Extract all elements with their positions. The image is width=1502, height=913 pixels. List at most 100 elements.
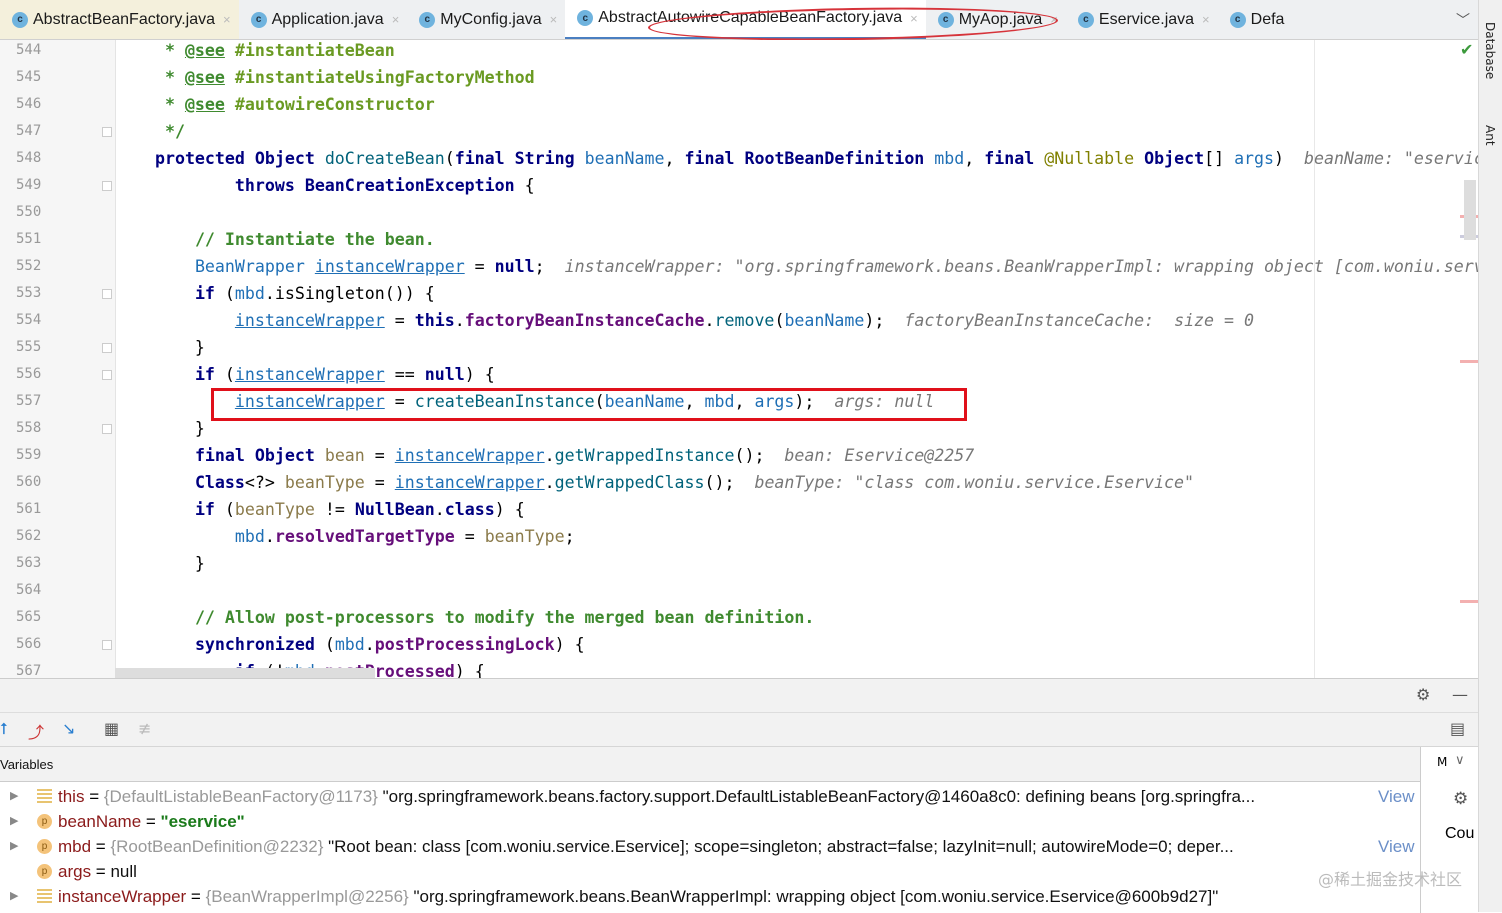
line-number[interactable]: 556 [16, 361, 41, 388]
line-number[interactable]: 557 [16, 388, 41, 415]
expand-arrow-icon[interactable]: ▶ [10, 884, 18, 909]
line-number[interactable]: 558 [16, 415, 41, 442]
line-number[interactable]: 547 [16, 118, 41, 145]
drop-frame-icon[interactable]: ⤴ [28, 719, 44, 743]
close-icon[interactable]: × [910, 11, 918, 26]
close-icon[interactable]: × [223, 12, 231, 27]
trace-icon[interactable]: ≢ [138, 719, 151, 738]
tab-application-java[interactable]: c Application.java × [239, 0, 408, 39]
variable-row[interactable]: ▶ this = {DefaultListableBeanFactory@1173… [0, 784, 1420, 809]
gear-icon[interactable]: ⚙ [1416, 685, 1430, 704]
code-line[interactable]: */ [115, 118, 185, 145]
code-line[interactable]: instanceWrapper = this.factoryBeanInstan… [115, 307, 1254, 334]
code-line[interactable]: if (mbd.isSingleton()) { [115, 280, 435, 307]
code-line[interactable]: // Instantiate the bean. [115, 226, 435, 253]
pane-tab-label[interactable]: M [1437, 755, 1447, 769]
minimize-icon[interactable]: — [1452, 685, 1468, 704]
code-line[interactable]: BeanWrapper instanceWrapper = null; inst… [115, 253, 1478, 280]
line-number[interactable]: 567 [16, 658, 41, 678]
code-editor[interactable]: 544 545 546 547 548 549 550 551 552 553 554 555 556 5… [0, 40, 1478, 678]
fold-marker-icon[interactable] [102, 640, 112, 650]
tool-ant[interactable]: Ant [1483, 125, 1497, 146]
variable-row[interactable]: p args = null [0, 859, 1420, 884]
line-number[interactable]: 566 [16, 631, 41, 658]
code-line[interactable]: if (beanType != NullBean.class) { [115, 496, 525, 523]
tool-database[interactable]: Database [1483, 22, 1497, 79]
line-number[interactable]: 544 [16, 40, 41, 64]
step-out-icon[interactable]: ⭡ [0, 719, 8, 739]
code-line[interactable]: Class<?> beanType = instanceWrapper.getW… [115, 469, 1194, 496]
tab-abstractbeanfactory-java[interactable]: c AbstractBeanFactory.java × [0, 0, 239, 39]
line-number[interactable]: 553 [16, 280, 41, 307]
tab-defa[interactable]: c Defa [1218, 0, 1293, 39]
code-line[interactable]: synchronized (mbd.postProcessingLock) { [115, 631, 585, 658]
code-line[interactable]: if (instanceWrapper == null) { [115, 361, 495, 388]
expand-arrow-icon[interactable]: ▶ [10, 784, 18, 809]
layout-icon[interactable]: ▤ [1450, 719, 1465, 738]
code-token: doCreateBean [324, 149, 445, 168]
variable-row[interactable]: ▶ p beanName = "eservice" [0, 809, 1420, 834]
tab-abstractautowirecapablebeanfactory-java[interactable]: c AbstractAutowireCapableBeanFactory.java… [565, 0, 926, 39]
line-number[interactable]: 549 [16, 172, 41, 199]
fold-marker-icon[interactable] [102, 343, 112, 353]
code-token: #instantiateUsingFactoryMethod [224, 68, 535, 87]
fold-marker-icon[interactable] [102, 181, 112, 191]
line-number[interactable]: 546 [16, 91, 41, 118]
code-line[interactable]: * @see #autowireConstructor [115, 91, 435, 118]
view-link[interactable]: View [1376, 834, 1415, 859]
line-number[interactable]: 545 [16, 64, 41, 91]
line-number[interactable]: 554 [16, 307, 41, 334]
code-line[interactable]: } [115, 550, 205, 577]
fold-marker-icon[interactable] [102, 127, 112, 137]
code-line[interactable]: } [115, 415, 205, 442]
variable-row[interactable]: ▶ instanceWrapper = {BeanWrapperImpl@2256… [0, 884, 1420, 909]
view-link[interactable]: View [1376, 784, 1415, 809]
variables-list[interactable]: ▶ this = {DefaultListableBeanFactory@1173… [0, 781, 1420, 913]
line-number[interactable]: 552 [16, 253, 41, 280]
line-number[interactable]: 560 [16, 469, 41, 496]
line-number[interactable]: 564 [16, 577, 41, 604]
error-stripe[interactable] [1460, 60, 1478, 678]
code-token: if [194, 365, 225, 384]
line-number[interactable]: 559 [16, 442, 41, 469]
code-line[interactable]: // Allow post-processors to modify the m… [115, 604, 814, 631]
evaluate-expression-icon[interactable]: ▦ [104, 719, 119, 738]
tab-eservice-java[interactable]: c Eservice.java × [1066, 0, 1218, 39]
line-number[interactable]: 551 [16, 226, 41, 253]
line-number[interactable]: 561 [16, 496, 41, 523]
close-icon[interactable]: × [1050, 12, 1058, 27]
fold-marker-icon[interactable] [102, 370, 112, 380]
fold-marker-icon[interactable] [102, 424, 112, 434]
expand-arrow-icon[interactable]: ▶ [10, 809, 18, 834]
tab-myaop-java[interactable]: c MyAop.java × [926, 0, 1066, 39]
run-to-cursor-icon[interactable]: ↘ [62, 719, 75, 738]
code-line[interactable]: throws BeanCreationException { [115, 172, 535, 199]
variable-row[interactable]: ▶ p mbd = {RootBeanDefinition@2232} "Root … [0, 834, 1420, 859]
code-line[interactable]: mbd.resolvedTargetType = beanType; [115, 523, 575, 550]
chevron-down-icon[interactable]: ﹀ [1456, 10, 1470, 30]
code-line[interactable]: } [115, 334, 205, 361]
tab-myconfig-java[interactable]: c MyConfig.java × [407, 0, 565, 39]
code-token: null [424, 365, 465, 384]
close-icon[interactable]: × [550, 12, 558, 27]
chevron-down-icon[interactable]: ∨ [1455, 753, 1465, 768]
line-number[interactable]: 562 [16, 523, 41, 550]
close-icon[interactable]: × [1202, 12, 1210, 27]
line-number[interactable]: 563 [16, 550, 41, 577]
vertical-scrollbar[interactable] [1464, 180, 1476, 240]
code-line[interactable]: final Object bean = instanceWrapper.getW… [115, 442, 974, 469]
line-number[interactable]: 555 [16, 334, 41, 361]
tab-label: Application.java [271, 10, 384, 28]
expand-arrow-icon[interactable]: ▶ [10, 834, 18, 859]
code-line[interactable]: protected Object doCreateBean(final Stri… [115, 145, 1478, 172]
line-number[interactable]: 548 [16, 145, 41, 172]
code-line[interactable]: * @see #instantiateBean [115, 40, 395, 64]
line-number[interactable]: 550 [16, 199, 41, 226]
fold-marker-icon[interactable] [102, 289, 112, 299]
close-icon[interactable]: × [392, 12, 400, 27]
line-number[interactable]: 565 [16, 604, 41, 631]
horizontal-scrollbar[interactable] [115, 668, 375, 678]
gear-icon[interactable]: ⚙ [1453, 789, 1468, 809]
code-line[interactable]: * @see #instantiateUsingFactoryMethod [115, 64, 535, 91]
